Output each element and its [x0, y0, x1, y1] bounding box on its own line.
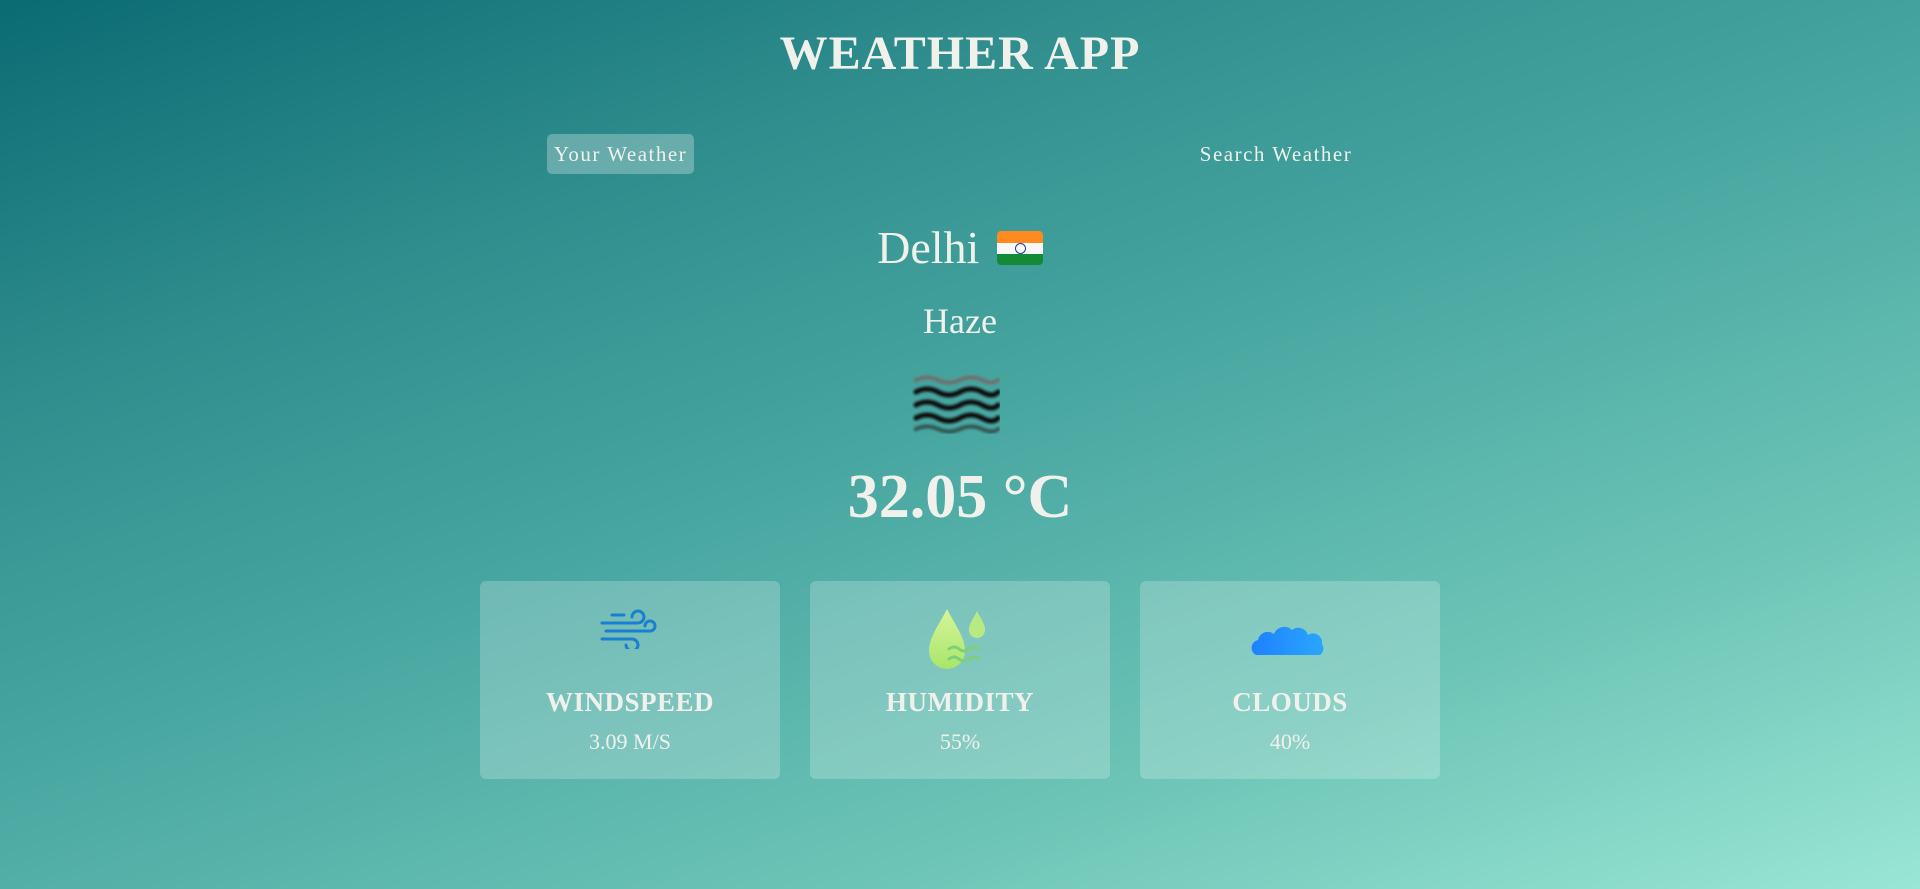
- windspeed-card: WINDSPEED 3.09 M/S: [480, 581, 780, 779]
- clouds-label: CLOUDS: [1232, 687, 1348, 717]
- wind-icon: [600, 609, 657, 649]
- temperature-value: 32.05 °C: [847, 463, 1073, 531]
- humidity-label: HUMIDITY: [885, 687, 1034, 717]
- tab-your-weather[interactable]: Your Weather: [547, 134, 694, 174]
- app-title: WEATHER APP: [779, 27, 1141, 80]
- humidity-value: 55%: [939, 729, 981, 754]
- weather-description: Haze: [923, 301, 997, 341]
- city-name: Delhi: [877, 222, 980, 273]
- cloud-icon: [1251, 626, 1324, 655]
- clouds-value: 40%: [1269, 729, 1311, 754]
- haze-icon: [913, 375, 1000, 434]
- clouds-card: CLOUDS 40%: [1140, 581, 1440, 779]
- humidity-drops-icon: [929, 609, 985, 669]
- tab-search-weather[interactable]: Search Weather: [1180, 134, 1372, 174]
- india-flag-icon: [996, 231, 1043, 266]
- windspeed-value: 3.09 M/S: [589, 729, 671, 754]
- windspeed-label: WINDSPEED: [545, 687, 715, 717]
- humidity-card: HUMIDITY 55%: [810, 581, 1110, 779]
- city-heading: Delhi: [0, 221, 1920, 274]
